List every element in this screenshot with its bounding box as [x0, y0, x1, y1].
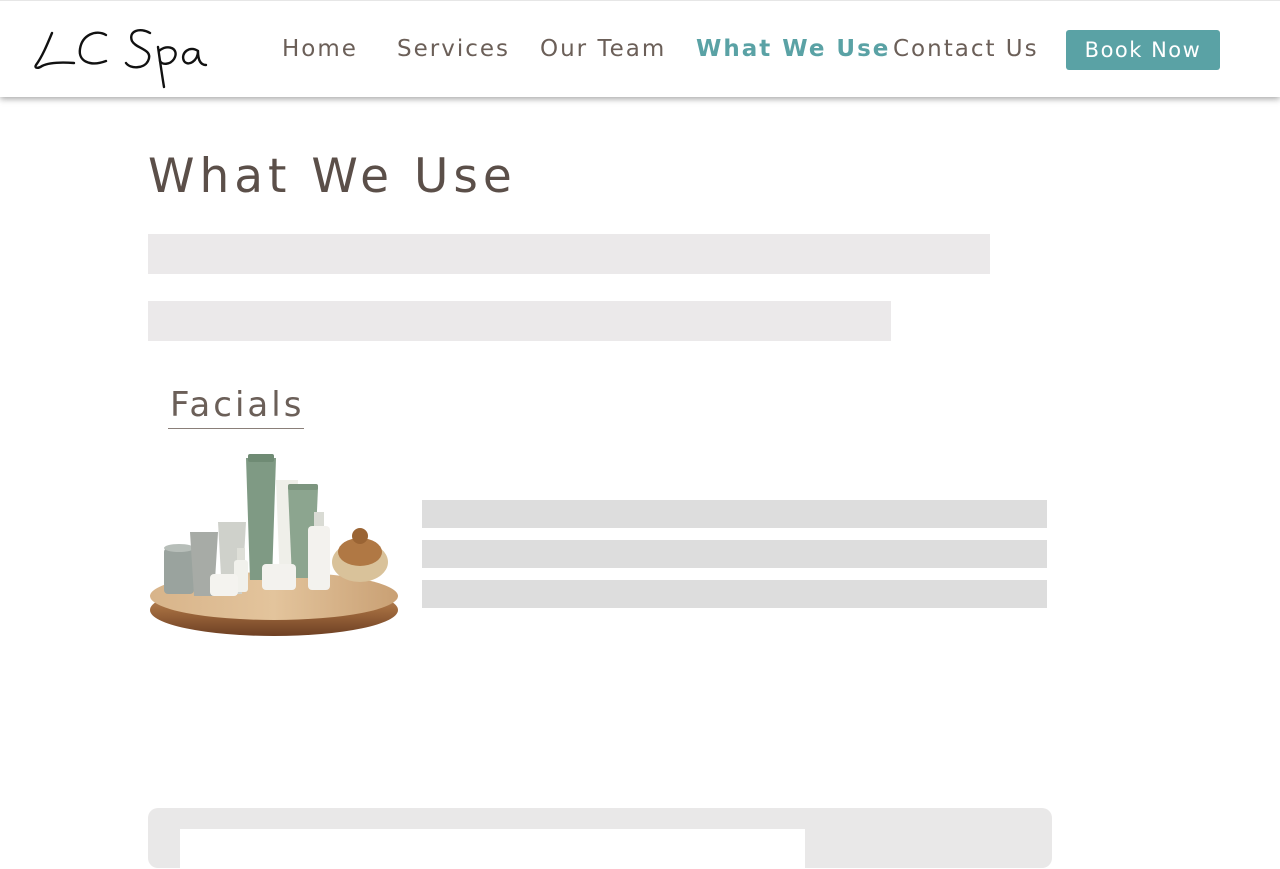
facials-text-placeholder-2	[422, 540, 1047, 568]
nav-home[interactable]: Home	[282, 33, 358, 65]
bottom-card	[148, 808, 1052, 869]
intro-text-placeholder-2	[148, 301, 891, 341]
nav-services[interactable]: Services	[397, 33, 510, 65]
nav-contact-us[interactable]: Contact Us	[893, 33, 1039, 65]
facial-products-image	[150, 454, 398, 636]
bottom-card-content-placeholder	[180, 829, 805, 869]
nav-our-team[interactable]: Our Team	[540, 33, 666, 65]
site-header: Home Services Our Team What We Use Conta…	[0, 0, 1280, 97]
facials-text-placeholder-3	[422, 580, 1047, 608]
nav-what-we-use[interactable]: What We Use	[696, 33, 890, 65]
page-title: What We Use	[148, 149, 517, 204]
facials-text-placeholder-1	[422, 500, 1047, 528]
book-now-button[interactable]: Book Now	[1066, 30, 1220, 70]
section-title-facials: Facials	[168, 382, 305, 429]
intro-text-placeholder-1	[148, 234, 990, 274]
